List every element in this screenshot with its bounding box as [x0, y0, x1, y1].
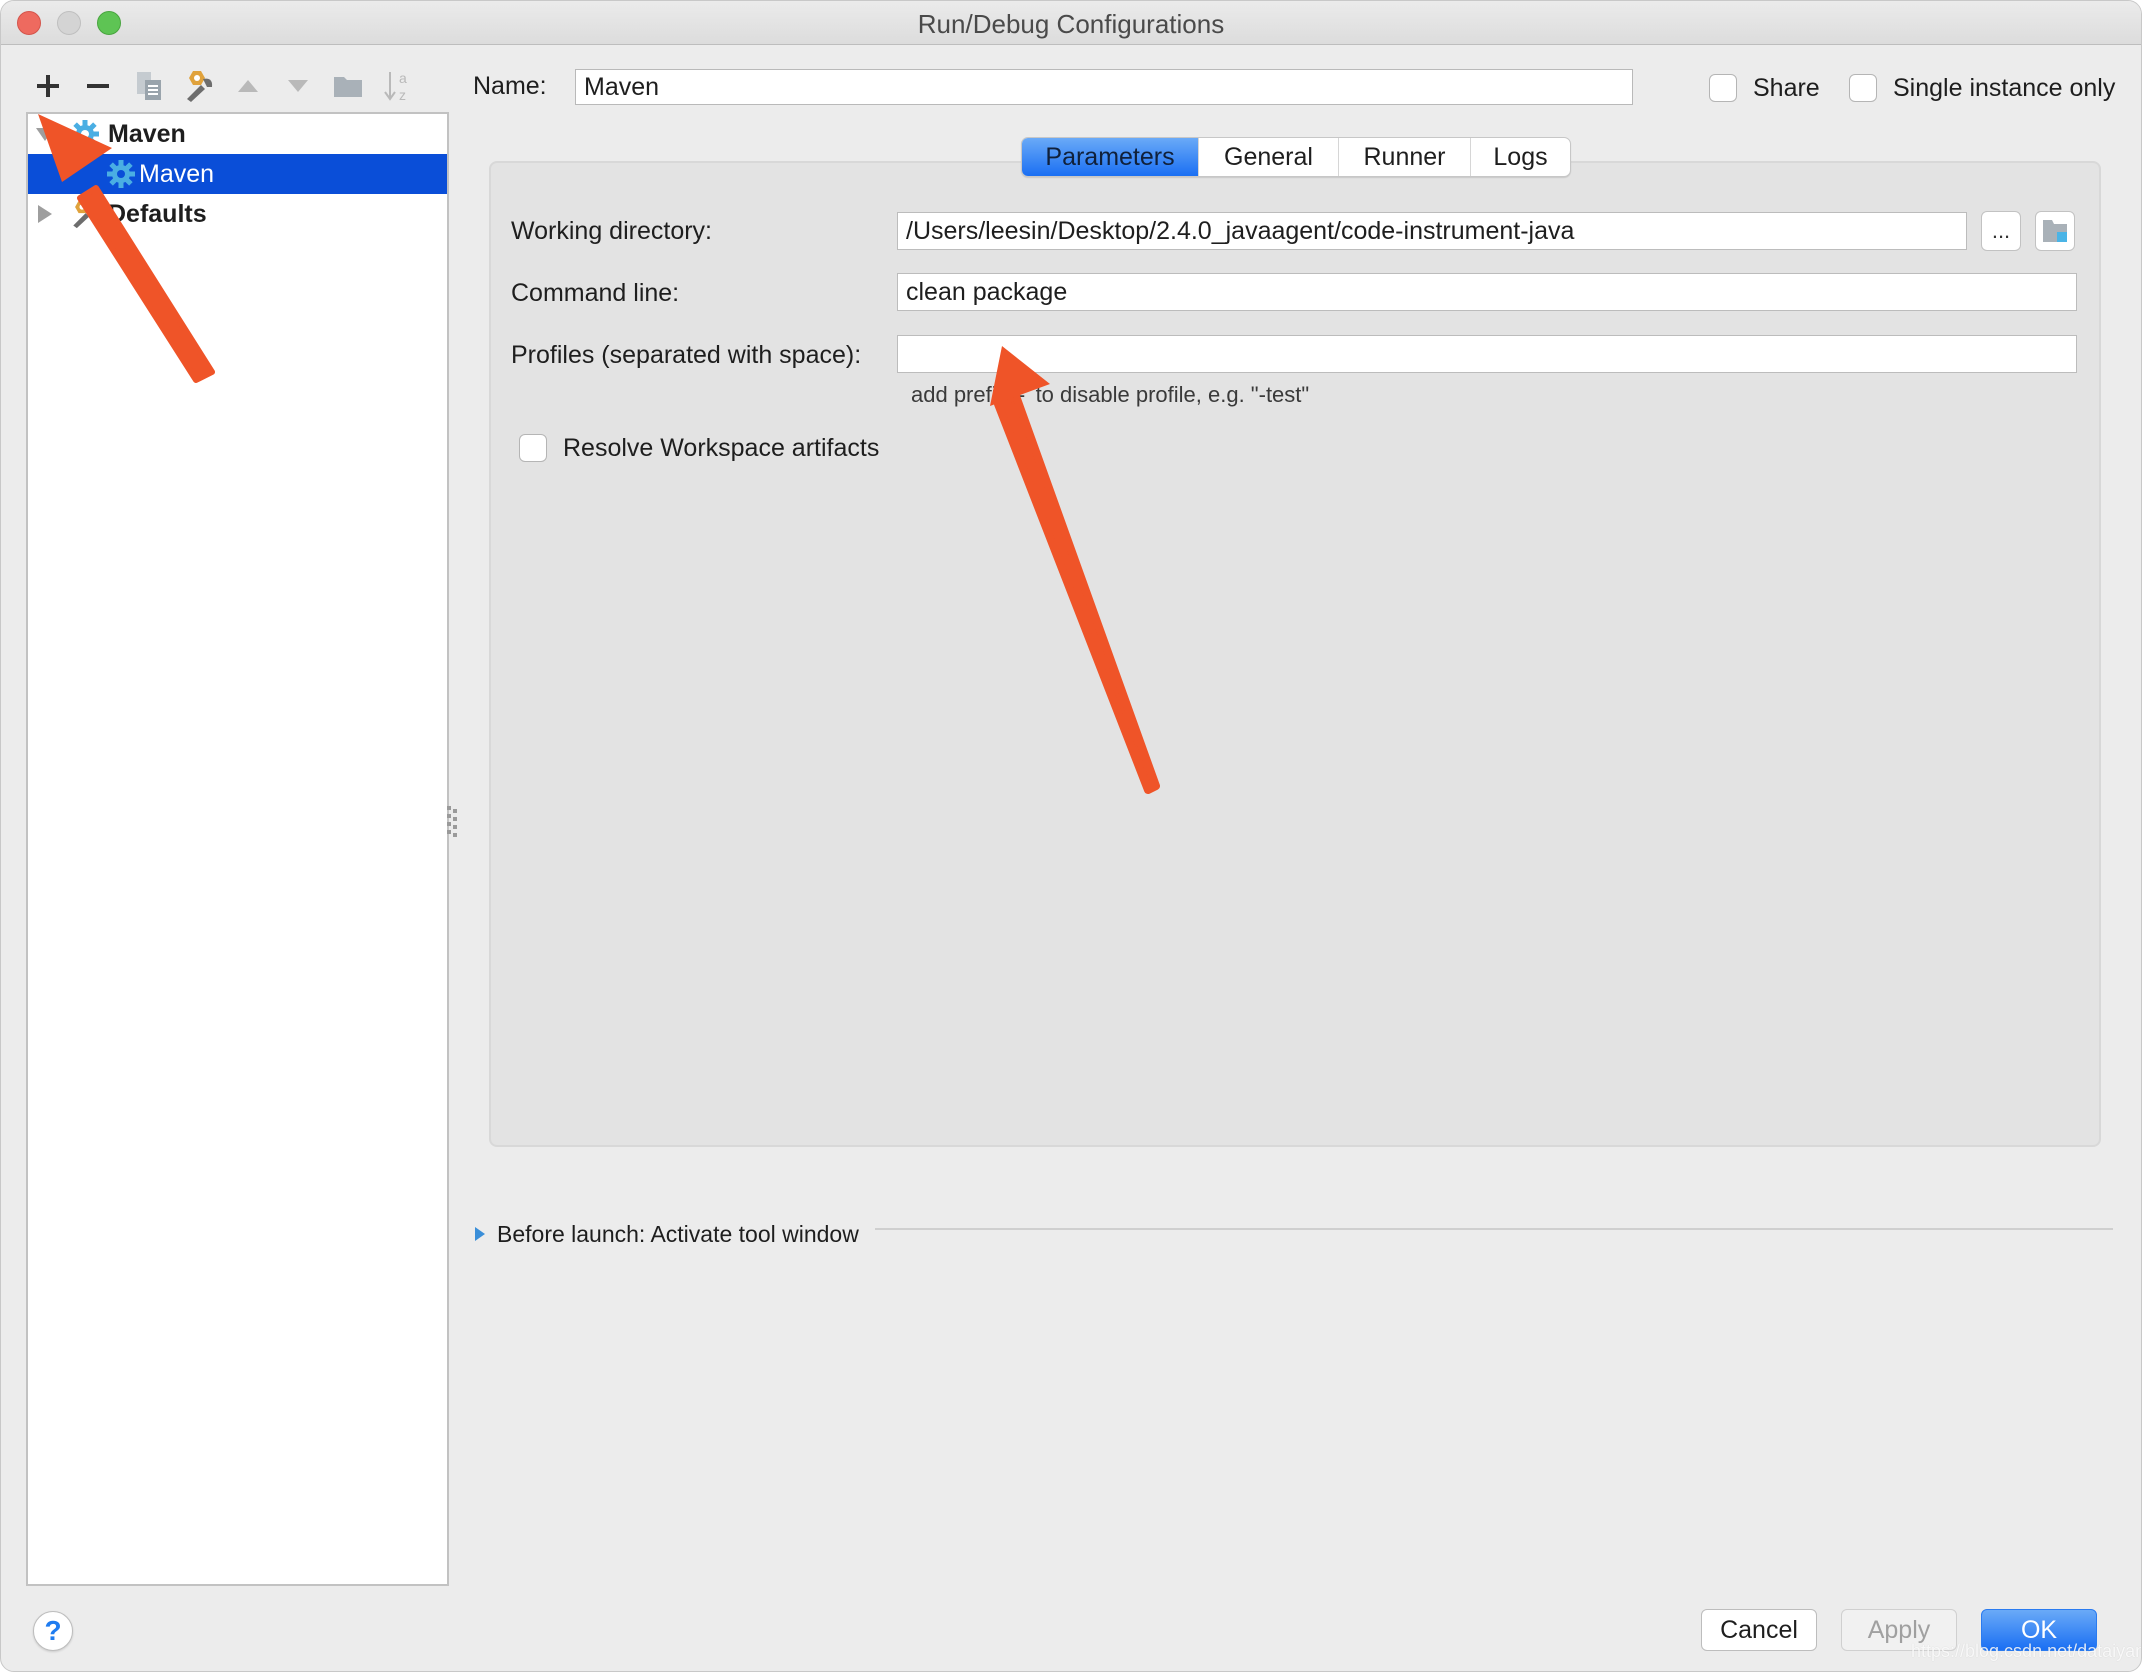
wrench-icon [68, 199, 98, 229]
move-down-button[interactable] [277, 65, 319, 107]
title-bar: Run/Debug Configurations [1, 1, 2141, 45]
copy-icon [137, 72, 161, 100]
name-label: Name: [473, 72, 547, 100]
tab-runner[interactable]: Runner [1338, 138, 1470, 176]
browse-button[interactable]: ... [1981, 211, 2021, 251]
single-instance-checkbox[interactable] [1849, 74, 1877, 102]
move-up-button[interactable] [227, 65, 269, 107]
add-configuration-button[interactable] [27, 65, 69, 107]
plus-icon [37, 75, 59, 97]
gear-icon [106, 159, 136, 189]
share-label: Share [1753, 74, 1820, 102]
expand-chevron-icon [475, 1227, 485, 1241]
profiles-hint: add prefix '-' to disable profile, e.g. … [911, 382, 1310, 407]
copy-configuration-button[interactable] [129, 65, 171, 107]
separator [875, 1228, 2113, 1230]
arrow-up-icon [238, 80, 258, 92]
create-folder-button[interactable] [327, 65, 369, 107]
folder-icon [334, 77, 362, 97]
tree-item-label: Maven [139, 160, 215, 188]
minus-icon [87, 84, 109, 88]
expand-chevron-icon[interactable] [38, 205, 52, 223]
watermark: https://blog.csdn.net/dataiyangu [1911, 1641, 2142, 1661]
sort-configurations-button[interactable]: az [377, 65, 419, 107]
arrow-down-icon [288, 80, 308, 92]
tree-item-maven-config[interactable]: Maven [28, 154, 447, 194]
profiles-input[interactable] [897, 335, 2077, 373]
before-launch-label: Before launch: Activate tool window [497, 1220, 859, 1247]
module-folder-icon [2043, 220, 2067, 242]
single-instance-label: Single instance only [1893, 74, 2116, 102]
tab-general[interactable]: General [1198, 138, 1338, 176]
tree-item-label: Defaults [108, 200, 207, 228]
run-debug-configurations-dialog: Run/Debug Configurations az Maven Maven … [0, 0, 2142, 1672]
tab-bar: Parameters General Runner Logs [1021, 137, 1571, 177]
command-line-input[interactable] [897, 273, 2077, 311]
svg-text:a: a [399, 70, 407, 86]
select-module-button[interactable] [2035, 211, 2075, 251]
profiles-label: Profiles (separated with space): [511, 341, 862, 369]
gear-icon [70, 119, 100, 149]
share-checkbox[interactable] [1709, 74, 1737, 102]
tab-parameters[interactable]: Parameters [1022, 138, 1198, 176]
window-title: Run/Debug Configurations [917, 9, 1225, 39]
help-button[interactable]: ? [33, 1611, 73, 1651]
working-directory-input[interactable] [897, 212, 1967, 250]
tree-item-maven-group[interactable]: Maven [28, 114, 447, 154]
tree-item-label: Maven [108, 120, 186, 148]
svg-text:z: z [399, 87, 406, 103]
configuration-tree: Maven Maven Defaults [26, 112, 449, 1586]
splitter-handle[interactable] [447, 806, 459, 840]
tab-logs[interactable]: Logs [1470, 138, 1570, 176]
resolve-workspace-label: Resolve Workspace artifacts [563, 434, 880, 462]
sort-alpha-icon: az [384, 70, 407, 103]
before-launch-toggle[interactable]: Before launch: Activate tool window [475, 1217, 859, 1251]
tree-item-defaults[interactable]: Defaults [28, 194, 447, 234]
name-input[interactable] [575, 69, 1633, 105]
working-directory-label: Working directory: [511, 217, 712, 245]
wrench-icon [187, 71, 213, 102]
remove-configuration-button[interactable] [77, 65, 119, 107]
cancel-button[interactable]: Cancel [1701, 1609, 1817, 1651]
expand-chevron-icon[interactable] [36, 128, 54, 141]
command-line-label: Command line: [511, 279, 680, 307]
edit-defaults-button[interactable] [177, 65, 219, 107]
resolve-workspace-checkbox[interactable] [519, 434, 547, 462]
